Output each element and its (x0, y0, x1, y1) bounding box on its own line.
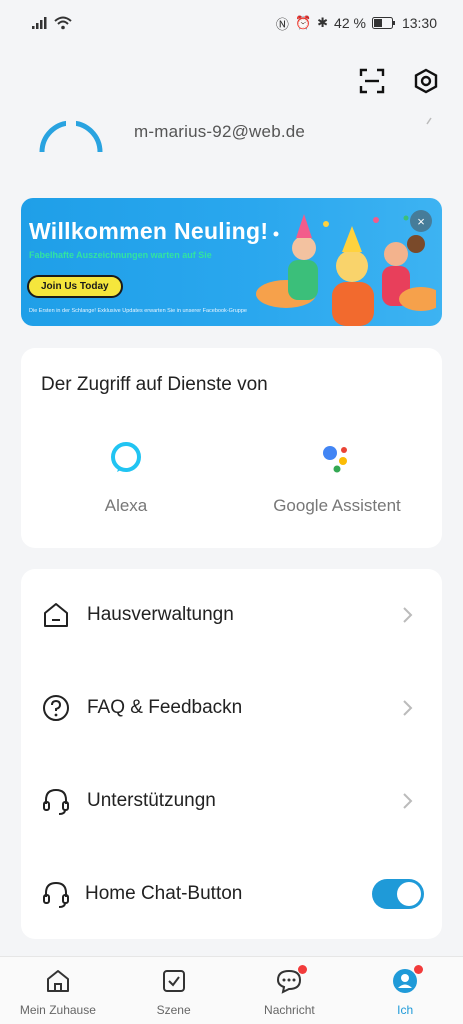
close-banner-button[interactable]: × (410, 210, 432, 232)
headset-icon (43, 788, 69, 815)
gear-icon (414, 68, 438, 94)
checkbox-icon (162, 970, 185, 992)
party-people-illustration (256, 214, 436, 326)
home-icon (46, 970, 69, 992)
join-us-button[interactable]: Join Us Today (27, 275, 123, 298)
menu-item-faq[interactable]: FAQ & Feedbackn (21, 678, 442, 738)
tab-szene[interactable]: Szene (116, 957, 232, 1024)
welcome-banner[interactable]: Willkommen Neuling! Fabelhafte Auszeichn… (21, 198, 442, 326)
battery-icon (371, 17, 395, 29)
home-chat-toggle[interactable] (372, 879, 424, 909)
services-title: Der Zugriff auf Dienste von (41, 374, 268, 395)
nfc-icon: Ⓝ (275, 16, 289, 32)
question-icon (43, 695, 69, 721)
service-label: Google Assistent (273, 496, 401, 515)
headset-icon (43, 881, 69, 908)
tab-label: Ich (397, 1003, 414, 1017)
service-google-assistant[interactable]: Google Assistent (247, 440, 427, 516)
scan-icon (359, 68, 385, 94)
menu-label: FAQ & Feedbackn (87, 697, 243, 718)
service-alexa[interactable]: Alexa (36, 440, 216, 516)
user-icon-wrap (391, 965, 424, 995)
banner-footnote: Die Ersten in der Schlange! Exklusive Up… (29, 308, 247, 314)
avatar-ring-icon (39, 120, 103, 153)
banner-title: Willkommen Neuling! (29, 218, 269, 244)
menu-label: Hausverwaltungn (87, 604, 234, 625)
tab-label: Szene (156, 1003, 191, 1017)
services-card: Der Zugriff auf Dienste von Alexa Google… (21, 348, 442, 548)
notification-badge (414, 965, 424, 974)
google-assistant-icon (323, 446, 347, 473)
battery-percent: 42 % (334, 15, 366, 31)
banner-subtitle: Fabelhafte Auszeichnungen warten auf Sie (29, 250, 212, 260)
profile-row[interactable]: m-marius-92@web.de (0, 108, 463, 168)
scan-button[interactable] (357, 66, 387, 96)
chevron-right-icon (403, 607, 413, 623)
tab-label: Mein Zuhause (19, 1003, 96, 1017)
alarm-icon: ⏰ (294, 15, 312, 30)
tab-nachricht[interactable]: Nachricht (232, 957, 348, 1024)
menu-item-hausverwaltung[interactable]: Hausverwaltungn (21, 585, 442, 645)
signal-icon (32, 17, 47, 29)
notification-badge (298, 965, 308, 974)
clock: 13:30 (401, 15, 437, 31)
house-icon (44, 603, 68, 627)
alexa-icon (111, 442, 141, 472)
menu-label: Home Chat-Button (85, 883, 243, 904)
menu-card: Hausverwaltungn FAQ & Feedbackn Unterstü… (21, 569, 442, 939)
chevron-right-icon (403, 793, 413, 809)
bottom-tab-bar: Mein Zuhause Szene Nachricht Ich (0, 956, 463, 1024)
top-actions (357, 66, 441, 96)
wifi-icon (54, 16, 72, 30)
tab-ich[interactable]: Ich (347, 957, 463, 1024)
close-icon: × (417, 213, 425, 229)
chat-icon-wrap (275, 965, 308, 995)
tab-label: Nachricht (264, 1003, 315, 1017)
chevron-right-icon (403, 700, 413, 716)
toggle-knob (397, 882, 421, 906)
menu-label: Unterstützungn (87, 790, 216, 811)
settings-button[interactable] (411, 66, 441, 96)
menu-item-home-chat-button: Home Chat-Button (21, 864, 442, 924)
avatar[interactable] (36, 116, 106, 186)
chevron-right-icon (426, 117, 432, 125)
profile-email: m-marius-92@web.de (134, 122, 306, 141)
tab-mein-zuhause[interactable]: Mein Zuhause (0, 957, 116, 1024)
menu-item-unterstuetzung[interactable]: Unterstützungn (21, 771, 442, 831)
bluetooth-icon: ✱ (317, 15, 329, 30)
status-bar: Ⓝ ⏰ ✱ 42 % 13:30 (0, 0, 463, 46)
service-label: Alexa (104, 496, 148, 515)
